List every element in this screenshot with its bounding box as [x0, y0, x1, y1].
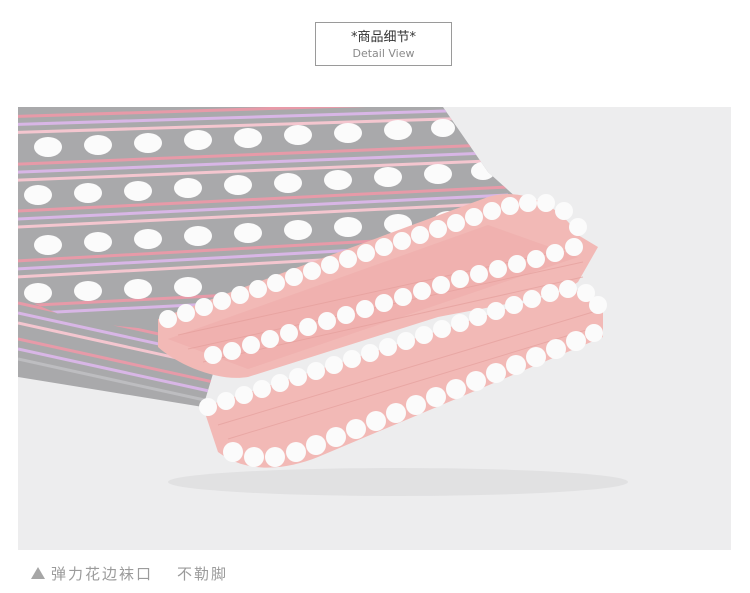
caption-feature-text: 弹力花边袜口	[51, 564, 154, 583]
section-header: *商品细节* Detail View	[315, 22, 452, 66]
caption-benefit-text: 不勒脚	[177, 564, 229, 583]
section-title: *商品细节*	[350, 30, 416, 45]
section-subtitle: Detail View	[352, 47, 415, 60]
triangle-up-icon	[31, 567, 45, 579]
feature-caption: 弹力花边袜口 不勒脚	[31, 562, 228, 584]
product-detail-photo	[18, 107, 731, 550]
sock-illustration	[18, 107, 731, 550]
